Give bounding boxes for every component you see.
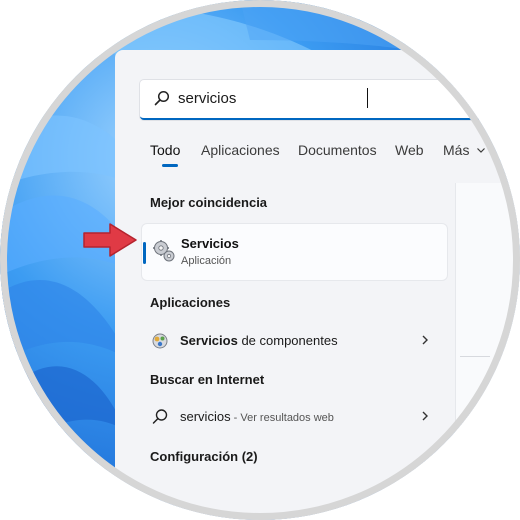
web-result-servicios[interactable]: servicios - Ver resultados web: [142, 400, 447, 434]
web-result-suffix: - Ver resultados web: [230, 412, 334, 424]
search-icon: [151, 408, 169, 426]
search-icon: [154, 90, 170, 106]
best-match-result[interactable]: Servicios Aplicación: [142, 224, 447, 280]
pointer-arrow-icon: [83, 223, 137, 257]
app-result-rest: de componentes: [237, 333, 338, 348]
start-search-panel: servicios Todo Aplicaciones Documentos W…: [115, 50, 520, 520]
tab-documentos[interactable]: Documentos: [298, 142, 377, 158]
section-apps: Aplicaciones: [150, 295, 231, 310]
tab-web[interactable]: Web: [395, 142, 424, 158]
web-result-label: servicios - Ver resultados web: [180, 409, 334, 424]
chevron-right-icon[interactable]: [418, 333, 432, 347]
active-tab-indicator: [162, 164, 178, 167]
section-internet: Buscar en Internet: [150, 372, 265, 387]
chevron-right-icon[interactable]: [418, 409, 432, 423]
best-match-subtitle: Aplicación: [181, 255, 232, 267]
tab-aplicaciones[interactable]: Aplicaciones: [201, 142, 280, 158]
gears-icon: [151, 238, 177, 264]
tab-todo[interactable]: Todo: [150, 142, 180, 158]
best-match-title: Servicios: [181, 236, 239, 251]
web-result-term: servicios: [180, 409, 231, 424]
search-input[interactable]: servicios: [178, 90, 236, 107]
tab-more[interactable]: Más: [443, 142, 486, 158]
app-result-label: Servicios de componentes: [180, 333, 338, 348]
screenshot-circle-frame: servicios Todo Aplicaciones Documentos W…: [0, 0, 520, 520]
chevron-down-icon: [477, 148, 486, 153]
section-best-match: Mejor coincidencia: [150, 195, 268, 210]
search-box[interactable]: servicios: [140, 80, 520, 120]
component-services-icon: [151, 332, 169, 350]
section-settings[interactable]: Configuración (2): [150, 449, 258, 464]
preview-pane: [455, 183, 520, 520]
selection-indicator: [143, 242, 146, 264]
app-result-servicios-de-componentes[interactable]: Servicios de componentes: [142, 324, 447, 358]
tab-more-label: Más: [443, 142, 470, 158]
app-result-match: Servicios: [180, 333, 238, 348]
text-caret: [367, 88, 368, 108]
preview-divider: [460, 356, 490, 357]
